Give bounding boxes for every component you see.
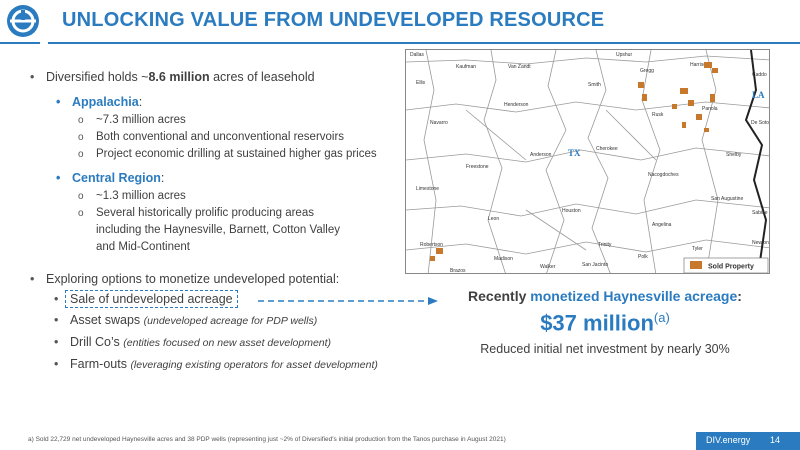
appalachia-item: Project economic drilling at sustained h… (30, 146, 410, 163)
central-label: Central Region (72, 171, 161, 185)
legend-swatch (690, 261, 702, 269)
sold-property-patch (638, 82, 644, 88)
option-text: Asset swaps (70, 313, 141, 327)
explore-bullet: Exploring options to monetize undevelope… (30, 270, 450, 289)
county-label: Madison (494, 256, 513, 262)
appalachia-label: Appalachia (72, 95, 139, 109)
callout-heading: Recently monetized Haynesville acreage: (435, 288, 775, 304)
page-number: 14 (770, 435, 781, 445)
county-label: Rusk (652, 112, 664, 118)
county-label: Polk (638, 254, 648, 260)
county-label: Houston (562, 208, 581, 214)
county-map-svg: Dallas Kaufman Van Zandt Upshur Harrison… (406, 50, 769, 274)
county-label: Van Zandt (508, 64, 531, 70)
intro-bold: 8.6 million (148, 70, 210, 84)
state-label-la: LA (752, 90, 765, 100)
county-label: Navarro (430, 120, 448, 126)
county-label: Walker (540, 264, 556, 270)
county-label: Newton (752, 240, 769, 246)
diversified-logo-icon (7, 5, 39, 37)
sold-property-patch (704, 62, 712, 68)
county-label: Tyler (692, 246, 703, 252)
appalachia-heading: Appalachia: (30, 93, 410, 112)
county-label: Robertson (420, 242, 443, 248)
callout-highlight: monetized Haynesville acreage (530, 288, 738, 304)
sold-property-patch (696, 114, 702, 120)
option-item: Farm-outs (leveraging existing operators… (30, 354, 450, 376)
callout-footnote-ref: (a) (653, 310, 670, 325)
sold-property-patch (672, 104, 677, 109)
county-label: San Jacinto (582, 262, 608, 268)
appalachia-item: Both conventional and unconventional res… (30, 129, 410, 146)
county-label: Dallas (410, 52, 424, 58)
central-heading: Central Region: (30, 169, 410, 188)
map-legend: Sold Property (683, 257, 769, 273)
central-item: Several historically prolific producing … (30, 205, 360, 256)
option-text: Drill Co’s (70, 335, 120, 349)
county-label: Panola (702, 106, 718, 112)
callout-value: $37 million(a) (435, 310, 775, 336)
county-label: Brazos (450, 268, 466, 274)
callout-note: Reduced initial net investment by nearly… (480, 342, 730, 357)
county-label: Leon (488, 216, 499, 222)
county-label: Freestone (466, 164, 489, 170)
intro-suffix: acres of leasehold (209, 70, 315, 84)
sold-property-patch (430, 256, 435, 261)
intro-prefix: Diversified holds ~ (46, 70, 149, 84)
county-label: Limestone (416, 186, 439, 192)
county-label: Nacogdoches (648, 172, 679, 178)
sold-property-patch (688, 100, 694, 106)
callout-amount: $37 million (540, 310, 654, 336)
county-label: Shelby (726, 152, 742, 158)
sale-acreage-box: Sale of undeveloped acreage (65, 290, 238, 308)
option-item: Asset swaps (undeveloped acreage for PDP… (30, 310, 450, 332)
appalachia-item: ~7.3 million acres (30, 112, 410, 129)
county-label: San Augustine (711, 196, 743, 202)
sold-property-patch (642, 94, 647, 101)
page-title: UNLOCKING VALUE FROM UNDEVELOPED RESOURC… (62, 9, 605, 31)
intro-bullet: Diversified holds ~8.6 million acres of … (30, 68, 410, 87)
county-label: Gregg (640, 68, 654, 74)
title-rule (48, 42, 800, 44)
county-label: Trinity (598, 242, 612, 248)
sold-property-patch (436, 248, 443, 254)
county-label: De Soto (751, 120, 769, 126)
county-label: Ellis (416, 80, 426, 86)
option-text: Farm-outs (70, 357, 127, 371)
sold-property-patch (680, 88, 688, 94)
footer-brand: DIV.energy (706, 435, 751, 445)
acreage-summary: Diversified holds ~8.6 million acres of … (30, 68, 410, 256)
county-label: Upshur (616, 52, 632, 58)
county-label: Cherokee (596, 146, 618, 152)
dashed-arrow (258, 297, 438, 305)
option-note: (entities focused on new asset developme… (123, 337, 332, 349)
county-label: Sabine (752, 210, 768, 216)
option-note: (leveraging existing operators for asset… (130, 359, 378, 371)
callout-suffix: : (737, 288, 742, 304)
county-map: Dallas Kaufman Van Zandt Upshur Harrison… (405, 49, 770, 274)
central-item: ~1.3 million acres (30, 188, 410, 205)
legend-label: Sold Property (708, 264, 754, 271)
county-label: Angelina (652, 222, 672, 228)
state-label-tx: TX (568, 148, 581, 158)
monetize-options: Exploring options to monetize undevelope… (30, 270, 450, 376)
title-rule-left (0, 42, 40, 44)
county-label: Caddo (752, 72, 767, 78)
callout-prefix: Recently (468, 288, 531, 304)
county-label: Kaufman (456, 64, 476, 70)
county-label: Anderson (530, 152, 552, 158)
option-item: Drill Co’s (entities focused on new asse… (30, 332, 450, 354)
county-label: Henderson (504, 102, 529, 108)
county-label: Smith (588, 82, 601, 88)
option-note: (undeveloped acreage for PDP wells) (143, 315, 318, 327)
haynesville-callout: Recently monetized Haynesville acreage: … (435, 288, 775, 356)
footnote: a) Sold 22,729 net undeveloped Haynesvil… (28, 436, 506, 443)
sold-property-patch (712, 68, 718, 73)
sold-property-patch (682, 122, 686, 128)
sold-property-patch (704, 128, 709, 132)
sold-property-patch (710, 94, 715, 102)
slide-header: UNLOCKING VALUE FROM UNDEVELOPED RESOURC… (0, 0, 800, 44)
